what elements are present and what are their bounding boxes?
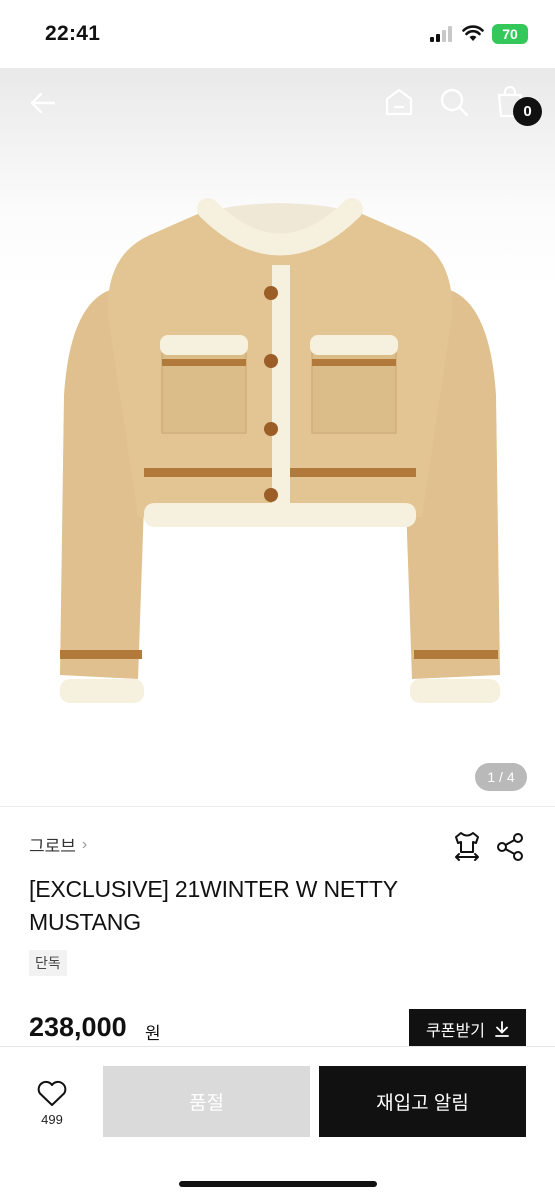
price-unit: 원 xyxy=(145,1024,161,1043)
cellular-signal-icon xyxy=(430,26,452,42)
status-bar: 22:41 70 xyxy=(0,0,555,68)
battery-indicator: 70 xyxy=(492,24,528,44)
coupon-button-label: 쿠폰받기 xyxy=(426,1023,485,1040)
soldout-button[interactable]: 품절 xyxy=(103,1066,310,1137)
size-guide-icon[interactable] xyxy=(452,830,482,862)
product-image xyxy=(60,198,500,703)
like-count: 499 xyxy=(41,1112,63,1127)
cart-count-badge: 0 xyxy=(513,97,542,126)
restock-button-label: 재입고 알림 xyxy=(376,1093,469,1114)
divider xyxy=(0,806,555,807)
restock-alert-button[interactable]: 재입고 알림 xyxy=(319,1066,526,1137)
search-icon[interactable] xyxy=(438,86,470,118)
product-price: 238,000 xyxy=(29,1012,127,1042)
download-icon xyxy=(495,1021,509,1037)
brand-name: 그로브 xyxy=(29,837,76,856)
product-title: [EXCLUSIVE] 21WINTER W NETTY MUSTANG xyxy=(29,876,398,935)
share-icon[interactable] xyxy=(496,832,524,862)
back-arrow-icon[interactable] xyxy=(28,88,58,118)
image-counter: 1 / 4 xyxy=(475,763,527,791)
home-icon[interactable] xyxy=(383,86,415,118)
brand-link[interactable]: 그로브 › xyxy=(29,832,87,857)
home-indicator[interactable] xyxy=(179,1181,377,1187)
status-time: 22:41 xyxy=(45,22,101,45)
wifi-icon xyxy=(462,25,484,41)
heart-icon[interactable] xyxy=(30,1078,74,1108)
chevron-right-icon: › xyxy=(81,835,88,853)
exclusive-badge: 단독 xyxy=(29,950,67,976)
soldout-button-label: 품절 xyxy=(189,1093,224,1114)
battery-level: 70 xyxy=(502,26,518,42)
coupon-download-button[interactable]: 쿠폰받기 xyxy=(409,1009,526,1049)
